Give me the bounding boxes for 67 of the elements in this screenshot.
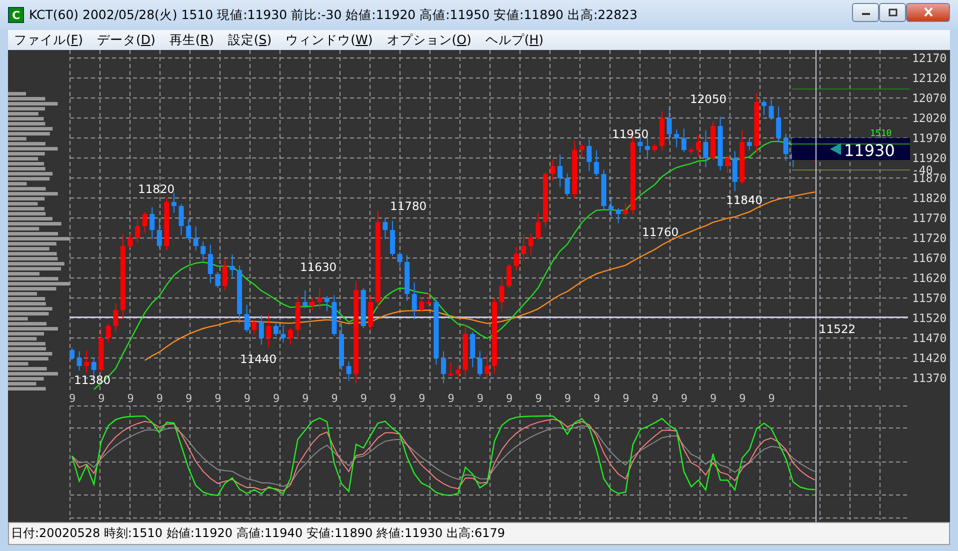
- time-axis-label: 9: [418, 392, 426, 405]
- time-axis-label: 9: [506, 392, 513, 405]
- price-axis-label: 11820: [912, 191, 947, 205]
- time-axis-label: 9: [244, 392, 250, 405]
- time-axis-label: 9: [535, 392, 542, 405]
- price-axis-label: 11920: [912, 151, 947, 165]
- time-axis-label: 9: [739, 392, 746, 405]
- maximize-icon: [888, 8, 898, 16]
- time-axis-label: 9: [680, 392, 688, 405]
- time-axis-label: 9: [69, 392, 76, 405]
- close-button[interactable]: [906, 2, 950, 22]
- pointer-icon: [830, 143, 841, 155]
- menu-item[interactable]: ヘルプ(H): [485, 32, 544, 48]
- price-label: 11780: [390, 199, 427, 213]
- time-axis-label: 9: [214, 392, 222, 405]
- time-axis-label: 9: [331, 392, 338, 405]
- time-axis-label: 9: [186, 392, 192, 405]
- menu-item[interactable]: オプション(O): [386, 32, 472, 48]
- current-price: 11930: [844, 141, 895, 160]
- price-label: 11760: [642, 225, 679, 239]
- app-icon: C: [8, 7, 24, 23]
- time-axis-label: 9: [127, 392, 134, 405]
- minimize-button[interactable]: [852, 2, 879, 22]
- menu-item[interactable]: データ(D): [96, 32, 156, 48]
- time-axis-label: 9: [593, 392, 600, 405]
- maximize-button[interactable]: [879, 2, 906, 22]
- price-axis-label: 11570: [912, 291, 947, 305]
- time-axis-label: 9: [302, 392, 309, 405]
- menu-item[interactable]: 再生(R): [169, 32, 214, 48]
- window-title: KCT(60) 2002/05/28(火) 1510 現値:11930 前比:-30 始値:11920 高値:11950 安値:11890 出高:22823: [29, 6, 638, 24]
- time-axis-label: 9: [564, 392, 571, 405]
- status-text: 日付:20020528 時刻:1510 始値:11920 高値:11940 安値:11890 終値:11930 出高:6179: [11, 525, 506, 542]
- close-icon: [922, 7, 934, 17]
- price-axis-label: 11370: [912, 371, 947, 385]
- time-axis-label: 9: [652, 392, 658, 405]
- price-axis-label: 12070: [912, 91, 947, 105]
- price-axis-label: 11520: [912, 311, 947, 325]
- price-label: 11630: [300, 260, 337, 274]
- price-axis-label: 12120: [912, 71, 947, 85]
- time-axis-label: 9: [98, 392, 105, 405]
- time-axis-label: 9: [622, 392, 630, 405]
- time-axis-label: 9: [390, 392, 396, 405]
- price-axis-label: 11970: [912, 131, 947, 145]
- price-axis-label: 11620: [912, 271, 947, 285]
- price-axis-label: 12020: [912, 111, 947, 125]
- price-label: 11440: [240, 352, 277, 366]
- time-axis-label: 9: [448, 392, 454, 405]
- menu-item[interactable]: 設定(S): [228, 32, 272, 48]
- price-axis-label: 11770: [912, 211, 947, 225]
- price-label: 11840: [726, 193, 763, 207]
- price-axis-label: 11420: [912, 351, 947, 365]
- menu-item[interactable]: ファイル(F): [14, 32, 83, 48]
- time-axis-label: 9: [272, 392, 280, 405]
- price-axis-label: 11470: [912, 331, 947, 345]
- time-axis-label: 9: [360, 392, 367, 405]
- time-axis-label: 9: [710, 392, 717, 405]
- current-time: 1510: [870, 129, 892, 139]
- time-axis-label: 9: [156, 392, 164, 405]
- price-axis-label: 11670: [912, 251, 947, 265]
- price-label: 12050: [690, 92, 727, 106]
- menu-item[interactable]: ウィンドウ(W): [286, 32, 373, 48]
- time-axis-label: 9: [768, 392, 775, 405]
- time-axis-label: 9: [476, 392, 484, 405]
- price-axis-label: 11720: [912, 231, 947, 245]
- price-label: 11820: [138, 182, 175, 196]
- reference-price-label: 11522: [819, 322, 856, 336]
- price-axis-label: 12170: [912, 51, 947, 65]
